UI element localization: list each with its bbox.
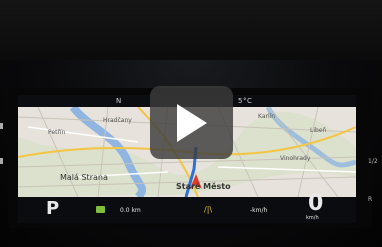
right-side-indicators: 1/2 R [366, 110, 382, 210]
traffic-sign-icon [96, 206, 105, 213]
map-label-liben: Libeň [310, 127, 327, 134]
cluster-bottom-bar: P 0.0 km /|\ -km/h 0 km/h [18, 191, 356, 223]
side-label-fraction: 1/2 [368, 158, 378, 165]
compass-heading: N [116, 97, 122, 105]
outside-temperature: 5°C [238, 97, 253, 105]
trip-distance: 0.0 km [120, 207, 141, 214]
play-icon [177, 104, 207, 142]
map-label-karlin: Karlín [258, 113, 276, 120]
speed-unit: km/h [306, 215, 319, 221]
left-side-indicators [0, 118, 6, 188]
lane-assist-icon: /|\ [204, 205, 213, 214]
video-play-button[interactable] [150, 86, 233, 159]
left-indicator-2 [0, 158, 3, 164]
gear-indicator: P [46, 198, 60, 219]
speed-limit-unit: -km/h [250, 207, 268, 214]
map-label-mala-strana: Malá Strana [60, 173, 108, 182]
side-label-r: R [368, 196, 373, 203]
map-label-stare-mesto: Staré Město [176, 182, 231, 191]
left-indicator-1 [0, 123, 3, 129]
map-label-vinohrady: Vinohrady [280, 155, 311, 162]
speed-value: 0 [308, 191, 324, 216]
dashboard-top [0, 0, 382, 60]
map-label-petrin: Petřín [48, 129, 66, 136]
map-label-hradcany: Hradčany [103, 117, 132, 124]
